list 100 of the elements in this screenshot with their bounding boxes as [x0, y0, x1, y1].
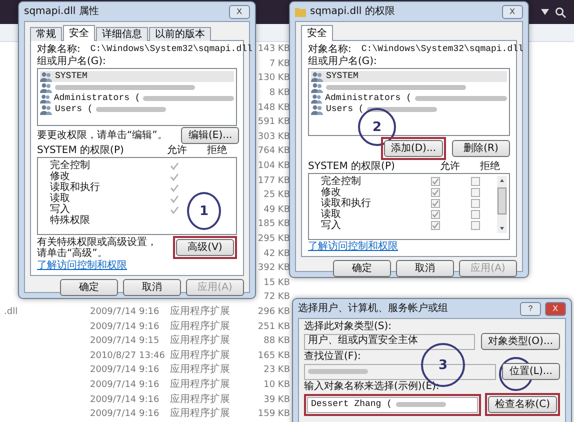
column-header: 拒绝 [480, 161, 500, 172]
permissions-title: SYSTEM 的权限(P) [308, 161, 396, 172]
file-size: 23 KB [262, 364, 290, 376]
close-button[interactable]: X [228, 4, 250, 18]
tab[interactable]: 安全 [63, 25, 95, 41]
file-type: 应用程序扩展 [170, 306, 231, 318]
field-label: 对象名称: [308, 44, 352, 55]
search-icon[interactable] [555, 6, 566, 18]
file-size: 42 KB [262, 248, 290, 260]
dialog-button[interactable]: 取消 [123, 279, 181, 296]
scrollbar[interactable] [497, 176, 507, 233]
field-label: 对象名称: [37, 44, 80, 55]
modified-date: 2009/7/14 9:16 [90, 320, 160, 333]
file-type: 应用程序扩展 [170, 335, 231, 348]
file-size: 591 KB [256, 116, 290, 128]
permission-name: 读取 [320, 209, 342, 220]
window-title: sqmapi.dll 属性 [24, 6, 100, 18]
dialog-button[interactable]: 取消 [396, 260, 454, 277]
window-title: sqmapi.dll 的权限 [310, 6, 396, 18]
checkbox[interactable] [470, 177, 480, 186]
dialog-button[interactable]: 确定 [60, 279, 118, 296]
permission-name: 读取和执行 [320, 198, 372, 209]
dialog-button[interactable]: 删除(R) [452, 140, 510, 157]
dialog-button[interactable]: 位置(L)... [502, 363, 560, 380]
user-list-item[interactable]: Administrators ( [40, 93, 234, 104]
hint-text: 要更改权限，请单击“编辑”。 [37, 130, 168, 141]
permission-name: 读取 [49, 193, 71, 204]
users-icon [40, 94, 51, 104]
permission-name: 修改 [49, 171, 70, 182]
blurred-text [396, 402, 446, 407]
user-list-item[interactable]: Users ( [40, 104, 234, 115]
users-icon [40, 104, 52, 114]
file-size: 185 KB [256, 218, 290, 230]
hint-text: 有关特殊权限或高级设置，请单击“高级”。 [37, 236, 158, 258]
dialog-button[interactable]: 编辑(E)... [181, 127, 240, 144]
field-label: 组或用户名(G): [308, 56, 377, 67]
file-size: 303 KB [256, 130, 290, 143]
file-size: 165 KB [256, 350, 290, 362]
file-size: 177 KB [256, 174, 290, 187]
file-size: 148 KB [256, 102, 290, 114]
users-icon [311, 94, 322, 104]
modified-date: 2009/7/14 9:16 [90, 408, 160, 420]
file-size: 392 KB [256, 262, 290, 274]
tab[interactable]: 安全 [301, 25, 333, 41]
checkbox[interactable] [470, 188, 480, 197]
tab[interactable]: 以前的版本 [149, 27, 211, 41]
file-size: 8 KB [268, 87, 290, 100]
help-link[interactable]: 了解访问控制和权限 [37, 260, 127, 272]
file-size: 130 KB [256, 72, 290, 84]
user-list-item[interactable]: SYSTEM [40, 71, 234, 82]
user-list-item[interactable]: Administrators ( [311, 93, 507, 104]
file-size: 7 KB [268, 58, 290, 70]
permission-name: 完全控制 [49, 160, 91, 171]
tab[interactable]: 详细信息 [96, 27, 148, 41]
blurred-text [308, 369, 368, 374]
file-size: 159 KB [256, 408, 290, 420]
permission-name: 读取和执行 [49, 182, 101, 193]
modified-date: 2009/7/14 9:15 [90, 335, 160, 348]
permission-name: 写入 [49, 204, 70, 215]
user-name: Administrators ( [54, 93, 140, 104]
checkbox[interactable] [430, 199, 440, 208]
help-button[interactable]: ? [520, 302, 541, 316]
file-type: 应用程序扩展 [170, 364, 231, 376]
dialog-button[interactable]: 对象类型(O)... [480, 333, 560, 350]
object-name-field[interactable]: Dessert Zhang ( [307, 396, 478, 412]
close-button[interactable]: X [502, 4, 523, 18]
checkbox[interactable] [470, 199, 480, 208]
dialog-button[interactable]: 添加(D)... [384, 140, 443, 157]
object-path: C:\Windows\System32\sqmapi.dll [90, 44, 252, 55]
user-name: SYSTEM [326, 71, 358, 82]
column-header: 允许 [440, 161, 460, 172]
checkbox[interactable] [470, 221, 480, 230]
users-icon [40, 82, 52, 92]
annotation-circle: 1 [187, 192, 221, 230]
dialog-button[interactable]: 高级(V) [176, 239, 234, 256]
users-icon [311, 82, 323, 92]
user-list-item[interactable]: SYSTEM [311, 71, 507, 82]
file-size: 25 KB [262, 189, 290, 202]
checkbox[interactable] [430, 177, 440, 186]
file-size: 104 KB [256, 160, 290, 172]
checkbox[interactable] [470, 210, 480, 219]
file-type: 应用程序扩展 [170, 378, 231, 391]
permissions-title: SYSTEM 的权限(P) [37, 145, 125, 156]
close-button[interactable]: X [544, 302, 566, 316]
dialog-button[interactable]: 检查名称(C) [488, 396, 557, 413]
tab[interactable]: 常规 [30, 27, 62, 41]
dialog-button[interactable]: 确定 [333, 260, 391, 277]
object-type-field[interactable]: 用户、组或内置安全主体 [304, 334, 475, 350]
user-name: Administrators ( [325, 93, 412, 104]
user-name: Users ( [55, 104, 93, 115]
file-size: 88 KB [262, 335, 290, 348]
user-name: SYSTEM [55, 71, 88, 82]
file-size: 251 KB [256, 320, 290, 333]
checkbox[interactable] [430, 210, 440, 219]
dropdown-arrow-icon[interactable] [541, 9, 549, 15]
file-size: 72 KB [262, 291, 290, 304]
checkbox[interactable] [430, 221, 440, 230]
users-icon [311, 104, 323, 114]
checkbox[interactable] [430, 188, 440, 197]
help-link[interactable]: 了解访问控制和权限 [308, 241, 398, 253]
